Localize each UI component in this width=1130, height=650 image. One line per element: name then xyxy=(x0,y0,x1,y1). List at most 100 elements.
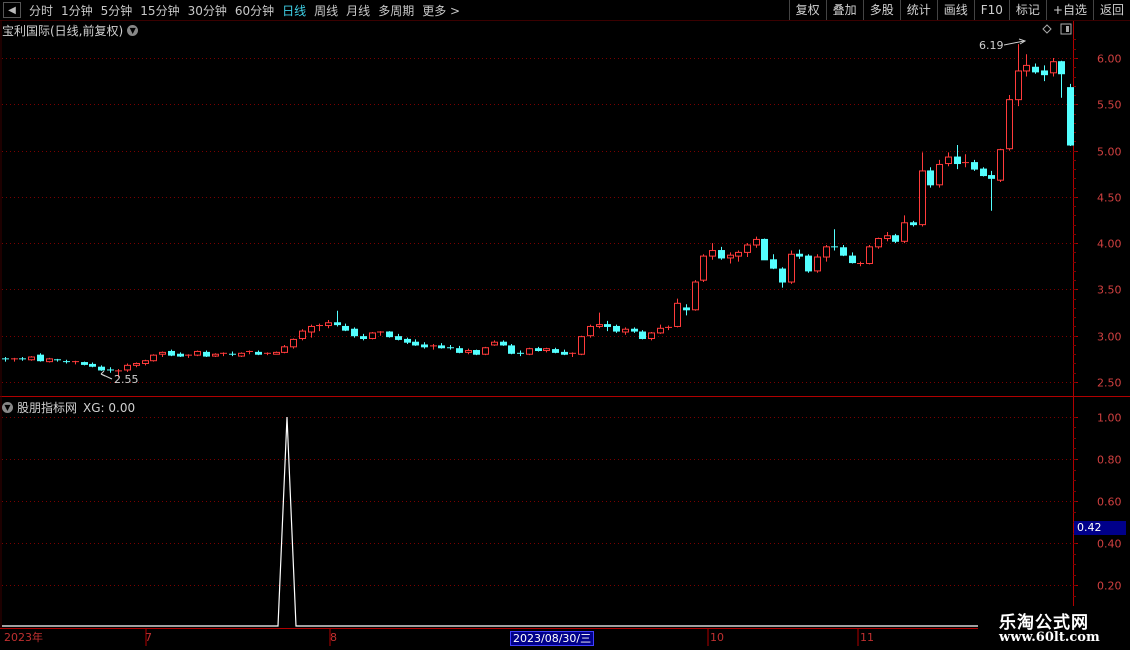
watermark-url: www.60lt.com xyxy=(999,630,1100,645)
candle xyxy=(1050,58,1057,77)
candle xyxy=(823,244,830,262)
candle xyxy=(587,324,594,338)
candle xyxy=(718,246,725,260)
low-label: 2.55 xyxy=(114,373,139,386)
kline-chart[interactable]: 6.00 5.50 5.00 4.50 4.00 3.50 3.00 2.50 6.19 2.… xyxy=(0,0,1130,650)
candle xyxy=(639,330,646,340)
candle xyxy=(342,323,349,332)
candle xyxy=(657,324,664,334)
candle xyxy=(81,361,88,366)
candle xyxy=(971,159,978,171)
candle xyxy=(735,250,742,262)
indicator-grid xyxy=(2,417,1073,586)
candle xyxy=(1041,65,1048,82)
candle xyxy=(133,362,140,368)
candle xyxy=(168,349,175,357)
candle xyxy=(395,333,402,341)
candle xyxy=(744,243,751,258)
candle xyxy=(866,244,873,265)
indicator-title-text: 股朋指标网 xyxy=(17,401,78,415)
candle xyxy=(142,359,149,366)
candle xyxy=(700,254,707,283)
panel-icons xyxy=(1042,23,1072,35)
indicator-axis-label: 0.80 xyxy=(1097,454,1122,467)
candle xyxy=(238,352,245,358)
candle xyxy=(107,367,114,373)
low-annotation: 2.55 xyxy=(100,370,139,386)
candle xyxy=(875,237,882,249)
candle xyxy=(473,349,480,356)
candle xyxy=(325,319,332,329)
price-axis-label: 3.50 xyxy=(1097,284,1122,297)
candle xyxy=(988,170,995,211)
indicator-panel-title[interactable]: ▼ 股朋指标网 XG: 0.00 xyxy=(2,399,135,416)
candle xyxy=(857,261,864,267)
cursor-date-badge: 2023/08/30/三 xyxy=(510,631,595,646)
candle xyxy=(569,352,576,358)
candle xyxy=(674,298,681,328)
main-panel-title[interactable]: 宝利国际(日线,前复权) ▼ xyxy=(2,22,139,39)
candle xyxy=(185,354,192,358)
candle xyxy=(945,152,952,167)
candle xyxy=(63,359,70,364)
candle xyxy=(901,215,908,244)
candle xyxy=(543,347,550,353)
candle xyxy=(159,351,166,358)
price-axis-label: 6.00 xyxy=(1097,53,1122,66)
candle xyxy=(753,236,760,248)
candle xyxy=(37,353,44,362)
candle xyxy=(491,340,498,346)
candle xyxy=(1032,63,1039,74)
candle xyxy=(631,327,638,333)
candle xyxy=(692,280,699,311)
chevron-down-icon[interactable]: ▼ xyxy=(2,402,13,413)
time-label-year: 2023年 xyxy=(4,631,43,644)
candle xyxy=(264,352,271,356)
candle xyxy=(622,327,629,335)
time-label-aug: 8 xyxy=(330,631,337,644)
candle xyxy=(665,325,672,331)
candle xyxy=(281,344,288,354)
candle xyxy=(709,243,716,260)
time-label-nov: 11 xyxy=(860,631,874,644)
candle xyxy=(150,354,157,362)
candle xyxy=(11,357,18,362)
price-axis-label: 3.00 xyxy=(1097,331,1122,344)
candle xyxy=(229,351,236,357)
candle xyxy=(1006,95,1013,151)
candle xyxy=(761,238,768,261)
candle xyxy=(2,357,9,362)
high-label: 6.19 xyxy=(979,39,1004,52)
candle xyxy=(177,352,184,358)
candle xyxy=(936,159,943,188)
candle xyxy=(814,254,821,273)
candle xyxy=(980,167,987,177)
candle xyxy=(465,348,472,355)
candle xyxy=(456,345,463,354)
main-grid xyxy=(2,58,1073,383)
current-value-badge: 0.42 xyxy=(1074,521,1126,535)
candle xyxy=(788,250,795,284)
candle xyxy=(596,312,603,329)
price-axis-label: 5.50 xyxy=(1097,99,1122,112)
indicator-axis: 1.00 0.80 0.60 0.40 0.20 xyxy=(1073,412,1122,607)
candle xyxy=(255,350,262,356)
candle xyxy=(421,342,428,349)
candle xyxy=(648,332,655,341)
candle xyxy=(552,347,559,354)
candle xyxy=(194,350,201,357)
candle xyxy=(1015,44,1022,107)
candle xyxy=(412,339,419,346)
candle xyxy=(360,333,367,341)
xg-indicator-line xyxy=(2,416,978,627)
candle xyxy=(831,229,838,251)
candle xyxy=(377,331,384,336)
time-label-oct: 10 xyxy=(710,631,724,644)
candle xyxy=(430,344,437,350)
candle xyxy=(54,358,61,362)
candle xyxy=(517,350,524,357)
candle xyxy=(561,349,568,356)
chevron-down-icon[interactable]: ▼ xyxy=(127,25,139,36)
watermark: 乐淘公式网 www.60lt.com xyxy=(985,606,1130,650)
candle xyxy=(535,346,542,352)
